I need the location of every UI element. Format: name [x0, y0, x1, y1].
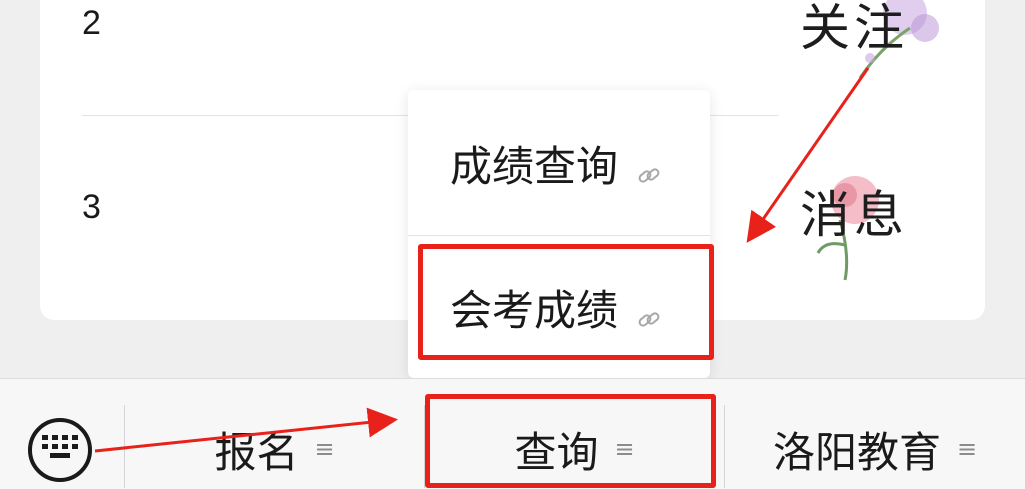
- arrow-from-follow: [746, 67, 870, 243]
- arrow-to-query-tab: [94, 407, 398, 453]
- annotation-arrows: [94, 67, 870, 453]
